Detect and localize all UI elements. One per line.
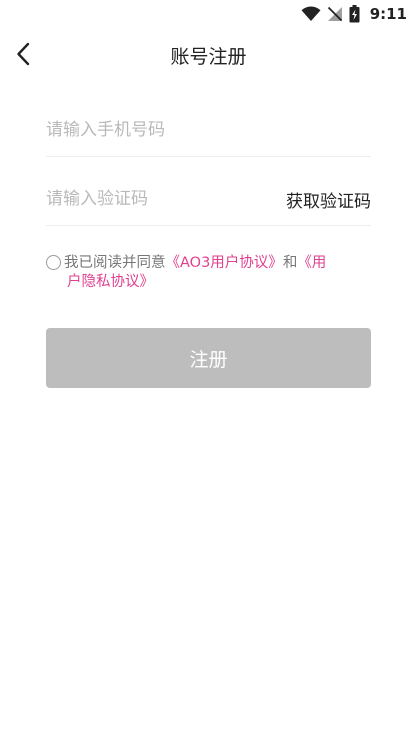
status-time: 9:11 — [369, 5, 407, 23]
battery-charging-icon — [349, 5, 360, 23]
register-button[interactable]: 注册 — [46, 328, 371, 388]
agreement: 我已阅读并同意《AO3用户协议》和《用户隐私协议》 — [46, 254, 366, 292]
wifi-icon — [301, 6, 321, 22]
no-signal-icon — [327, 6, 343, 22]
agreement-checkbox[interactable] — [46, 255, 61, 270]
privacy-policy-link-end[interactable]: 户隐私协议》 — [46, 273, 154, 292]
agreement-conjunction: 和 — [282, 255, 298, 271]
verification-code-field: 获取验证码 — [46, 175, 371, 226]
privacy-policy-link-start[interactable]: 《用 — [297, 255, 326, 271]
register-screen: 9:11 账号注册 获取验证码 我已阅读并同意《AO3用户协议》和《用户隐私协议… — [0, 0, 417, 741]
agreement-prefix: 我已阅读并同意 — [64, 255, 166, 271]
status-bar: 9:11 — [0, 0, 417, 28]
verification-code-input[interactable] — [46, 175, 266, 223]
page-title: 账号注册 — [170, 46, 247, 68]
get-code-button[interactable]: 获取验证码 — [286, 187, 371, 212]
phone-input[interactable] — [46, 106, 266, 154]
header: 账号注册 — [0, 36, 417, 76]
status-icons: 9:11 — [301, 4, 407, 24]
user-agreement-link[interactable]: 《AO3用户协议》 — [166, 255, 283, 271]
phone-field — [46, 106, 371, 157]
